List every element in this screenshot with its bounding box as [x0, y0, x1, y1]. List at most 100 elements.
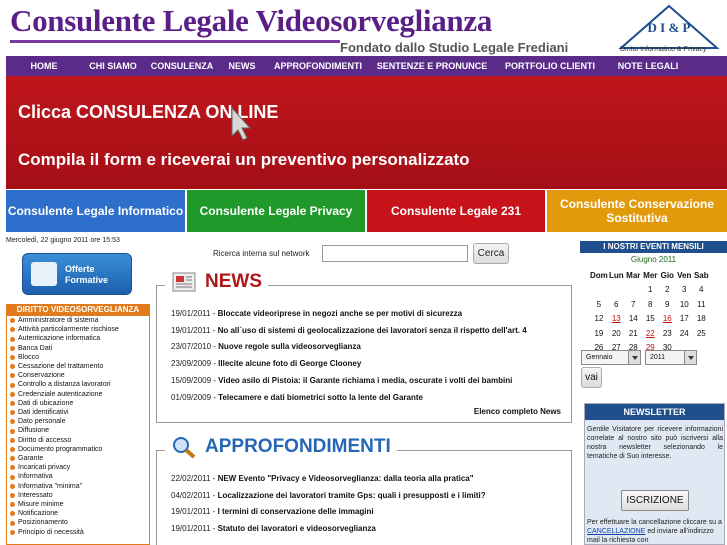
calendar-event-day[interactable]: 13 [608, 312, 625, 327]
calendar-day [608, 283, 625, 298]
service-boxes: Consulente Legale Informatico Consulente… [6, 190, 727, 232]
nav-note-legali[interactable]: NOTE LEGALI [608, 61, 688, 71]
item-date: 04/02/2011 [171, 490, 211, 500]
sidebar-item[interactable]: Garante [7, 454, 149, 463]
item-title-link[interactable]: I termini di conservazione delle immagin… [218, 507, 374, 516]
item-date: 19/01/2011 [171, 325, 211, 335]
consulenza-banner[interactable]: Clicca CONSULENZA ON LINE Compila il for… [6, 76, 727, 189]
sidebar-item-label: Posizionamento [18, 519, 68, 527]
box-legale-privacy[interactable]: Consulente Legale Privacy [187, 190, 367, 232]
sidebar-item[interactable]: Posizionamento [7, 518, 149, 527]
sidebar-list: Amministratore di sistema Attività partic… [6, 316, 150, 545]
calendar-day: 9 [665, 299, 670, 309]
item-title-link[interactable]: No all`uso di sistemi di geolocalizzazio… [218, 326, 527, 335]
search-input[interactable] [322, 245, 468, 262]
sidebar-item-label: Dati identificativi [18, 409, 69, 417]
calendar-day: 18 [696, 314, 706, 324]
item-title-link[interactable]: Bloccate videoriprese in negozi anche se… [218, 309, 463, 318]
sidebar-item[interactable]: Dati di ubicazione [7, 399, 149, 408]
newsletter-text: Gentile Visitatore per ricevere informaz… [587, 426, 723, 460]
sidebar-item[interactable]: Credenziale autenticazione [7, 390, 149, 399]
calendar-event-day[interactable]: 16 [659, 312, 676, 327]
calendar-weekday-row: Dom Lun Mar Mer Gio Ven Sab [590, 268, 710, 283]
sidebar-item[interactable]: Controllo a distanza lavoratori [7, 380, 149, 389]
item-title-link[interactable]: Statuto dei lavoratori e videosorveglian… [218, 524, 376, 533]
sidebar-item[interactable]: Conservazione [7, 371, 149, 380]
nav-home[interactable]: HOME [6, 61, 82, 71]
bullet-icon [10, 502, 15, 508]
calendar-day: 4 [699, 285, 704, 295]
sidebar-item[interactable]: Amministratore di sistema [7, 316, 149, 325]
calendar-day: 11 [697, 299, 706, 309]
sidebar-item[interactable]: Blocco [7, 353, 149, 362]
nav-news[interactable]: NEWS [220, 61, 264, 71]
approfondimenti-list: 22/02/2011 - NEW Evento "Privacy e Video… [171, 471, 567, 538]
sidebar-item-label: Banca Dati [18, 344, 53, 352]
sidebar-item[interactable]: Documento programmatico [7, 445, 149, 454]
sidebar-item[interactable]: Misure minime [7, 500, 149, 509]
sidebar-item[interactable]: Notificazione [7, 509, 149, 518]
sidebar-item[interactable]: Autenticazione informatica [7, 334, 149, 343]
sidebar-item[interactable]: Diritto di accesso [7, 436, 149, 445]
item-title-link[interactable]: Illecite alcune foto di George Clooney [218, 359, 361, 368]
calendar-day: 14 [628, 314, 638, 324]
item-title-link[interactable]: Telecamere e dati biometrici sotto la le… [218, 393, 423, 402]
approfondimenti-row: 22/02/2011 - NEW Evento "Privacy e Video… [171, 474, 474, 483]
cancel-link[interactable]: CANCELLAZIONE [587, 528, 645, 535]
sidebar-item[interactable]: Incaricati privacy [7, 463, 149, 472]
item-title-link[interactable]: Nuove regole sulla videosorveglianza [218, 342, 361, 351]
calendar-day: 6 [614, 299, 619, 309]
events-title: I NOSTRI EVENTI MENSILI [580, 241, 727, 253]
box-legale-231[interactable]: Consulente Legale 231 [367, 190, 547, 232]
sidebar-item[interactable]: Dati identificativi [7, 408, 149, 417]
bullet-icon [10, 327, 15, 333]
sidebar-item-label: Dato personale [18, 418, 66, 426]
sidebar-item-label: Diritto di accesso [18, 436, 72, 444]
item-title-link[interactable]: Video asilo di Pistoia: il Garante richi… [218, 376, 512, 385]
calendar-event-day[interactable]: 22 [642, 326, 659, 341]
sidebar-item[interactable]: Cessazione del trattamento [7, 362, 149, 371]
news-more-link[interactable]: Elenco completo News [474, 407, 561, 416]
site-title[interactable]: Consulente Legale Videosorveglianza [10, 3, 492, 39]
site-subtitle: Fondato dallo Studio Legale Frediani [340, 40, 569, 55]
go-button[interactable]: vai [581, 367, 602, 388]
search-button[interactable]: Cerca [473, 243, 509, 264]
item-title-link[interactable]: Localizzazione dei lavoratori tramite Gp… [218, 491, 486, 500]
sidebar-item[interactable]: Informativa "minima" [7, 482, 149, 491]
nav-consulenza[interactable]: CONSULENZA [144, 61, 220, 71]
news-row: 19/01/2011 - No all`uso di sistemi di ge… [171, 325, 527, 335]
bullet-icon [10, 428, 15, 434]
nav-chi-siamo[interactable]: CHI SIAMO [82, 61, 144, 71]
nav-portfolio[interactable]: PORTFOLIO CLIENTI [492, 61, 608, 71]
nav-sentenze[interactable]: SENTENZE E PRONUNCE [372, 61, 492, 71]
item-date: 19/01/2011 [171, 507, 211, 517]
calendar-day: 3 [682, 285, 687, 295]
sidebar-item[interactable]: Banca Dati [7, 344, 149, 353]
sidebar-item-label: Interessato [18, 491, 53, 499]
sidebar-item[interactable]: Informativa [7, 472, 149, 481]
sidebar-item[interactable]: Dato personale [7, 417, 149, 426]
box-legale-informatico[interactable]: Consulente Legale Informatico [6, 190, 187, 232]
calendar-month: Giugno 2011 [630, 255, 677, 264]
calendar-weekday: Dom [590, 270, 608, 280]
bullet-icon [10, 391, 15, 397]
year-select-value: 2011 [650, 354, 666, 361]
calendar-weekday: Lun [608, 270, 624, 280]
sidebar-item-label: Notificazione [18, 510, 59, 518]
sidebar-item[interactable]: Interessato [7, 491, 149, 500]
sidebar-item[interactable]: Attività particolarmente rischiose [7, 325, 149, 334]
month-select[interactable]: Gennaio [581, 350, 641, 365]
sidebar-item[interactable]: Principio di necessità [7, 528, 149, 537]
item-title-link[interactable]: NEW Evento "Privacy e Videosorveglianza:… [218, 474, 474, 483]
news-row: 01/09/2009 - Telecamere e dati biometric… [171, 392, 423, 402]
search-label: Ricerca interna sul network [213, 249, 310, 258]
offerte-formative-button[interactable]: Offerte Formative [22, 253, 132, 295]
box-conservazione-sostitutiva[interactable]: Consulente Conservazione Sostitutiva [547, 190, 727, 232]
bullet-icon [10, 483, 15, 489]
newsletter-signup-button[interactable]: ISCRIZIONE [621, 490, 689, 511]
current-date: Mercoledì, 22 giugno 2011 ore 15:53 [6, 237, 120, 244]
sidebar-item[interactable]: Diffusione [7, 426, 149, 435]
calendar-day [590, 283, 608, 298]
nav-approfondimenti[interactable]: APPROFONDIMENTI [264, 61, 372, 71]
year-select[interactable]: 2011 [645, 350, 697, 365]
